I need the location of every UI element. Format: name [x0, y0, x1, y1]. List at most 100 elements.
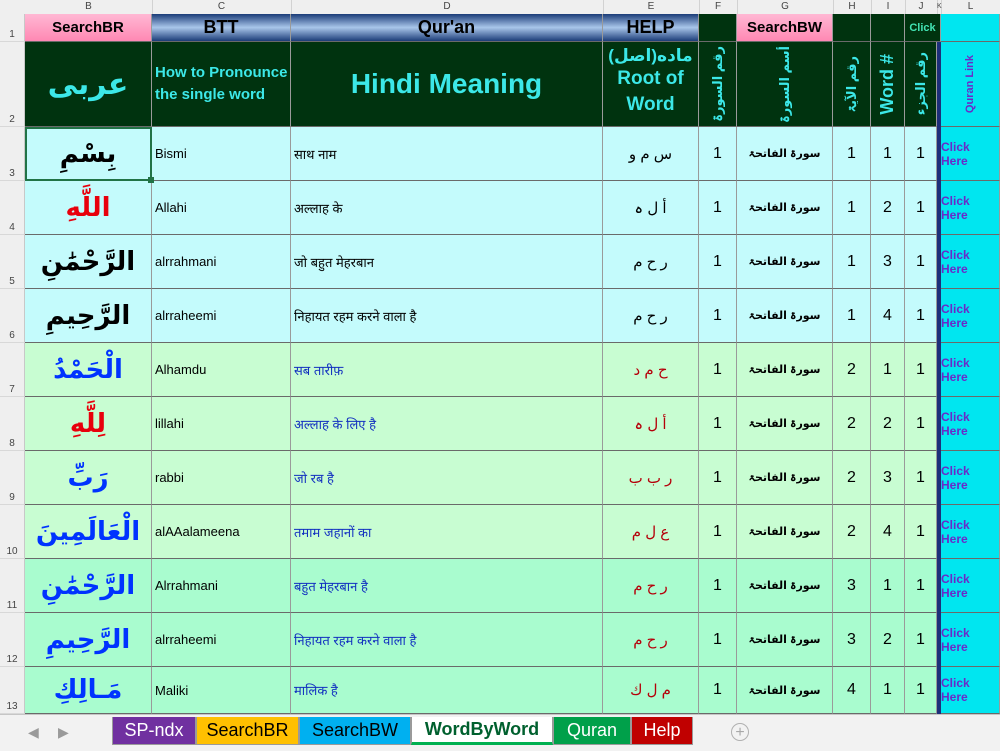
- row-header-13[interactable]: 13: [0, 667, 25, 714]
- quran-link-cell[interactable]: Click Here: [941, 613, 1000, 667]
- transliteration-cell: Alrrahmani: [152, 559, 291, 613]
- quran-link-cell[interactable]: Click Here: [941, 667, 1000, 714]
- tab-wordbyword[interactable]: WordByWord: [411, 717, 553, 745]
- surah-number-cell: 1: [699, 667, 737, 714]
- surah-name-cell: سورۃ الفاتحۃ: [737, 559, 833, 613]
- column-header-l[interactable]: L: [941, 0, 1000, 14]
- surah-number-cell: 1: [699, 613, 737, 667]
- hindi-meaning-cell: निहायत रहम करने वाला है: [291, 613, 603, 667]
- arabic-word-cell: مَـالِكِ: [25, 667, 152, 714]
- column-k-divider: [937, 451, 941, 505]
- surah-name-cell: سورۃ الفاتحۃ: [737, 667, 833, 714]
- column-header-d[interactable]: D: [291, 0, 604, 14]
- root-letters-cell: ر ح م: [603, 559, 699, 613]
- sheet-tab-bar: ◀ ▶ SP-ndx SearchBR SearchBW WordByWord …: [0, 714, 1000, 751]
- row-header-4[interactable]: 4: [0, 181, 25, 235]
- quran-button[interactable]: Qur'an: [291, 14, 603, 42]
- row-header-12[interactable]: 12: [0, 613, 25, 667]
- word-number-cell: 4: [871, 289, 905, 343]
- search-br-button[interactable]: SearchBR: [25, 14, 152, 42]
- tab-help[interactable]: Help: [631, 717, 693, 745]
- help-button[interactable]: HELP: [603, 14, 699, 42]
- juz-number-cell: 1: [905, 559, 937, 613]
- quran-link-cell[interactable]: Click Here: [941, 451, 1000, 505]
- column-header-h[interactable]: H: [833, 0, 872, 14]
- empty-cell-f1: [699, 14, 737, 42]
- search-bw-button[interactable]: SearchBW: [737, 14, 833, 42]
- root-letters-cell: ر ح م: [603, 613, 699, 667]
- tab-sp-ndx[interactable]: SP-ndx: [112, 717, 196, 745]
- column-header-j[interactable]: J: [905, 0, 938, 14]
- column-header-e[interactable]: E: [603, 0, 700, 14]
- transliteration-cell: alrrahmani: [152, 235, 291, 289]
- column-header-g[interactable]: G: [737, 0, 834, 14]
- row-header-9[interactable]: 9: [0, 451, 25, 505]
- tab-quran[interactable]: Quran: [553, 717, 631, 745]
- quran-link-cell[interactable]: Click Here: [941, 289, 1000, 343]
- arabic-word-cell: رَبِّ: [25, 451, 152, 505]
- arabic-word-cell: لِلَّهِ: [25, 397, 152, 451]
- quran-link-cell[interactable]: Click Here: [941, 559, 1000, 613]
- row-header-11[interactable]: 11: [0, 559, 25, 613]
- surah-number-cell: 1: [699, 289, 737, 343]
- quran-link-cell[interactable]: Click Here: [941, 181, 1000, 235]
- surah-number-cell: 1: [699, 559, 737, 613]
- row-header-6[interactable]: 6: [0, 289, 25, 343]
- juz-number-cell: 1: [905, 289, 937, 343]
- juz-column-header: رقم الجزء: [905, 42, 937, 127]
- btt-button[interactable]: BTT: [152, 14, 291, 42]
- fill-handle[interactable]: [148, 177, 154, 183]
- quran-link-cell[interactable]: Click Here: [941, 343, 1000, 397]
- click-button[interactable]: Click: [905, 14, 941, 42]
- ayah-column-header: رقم الآیۃ: [833, 42, 871, 127]
- transliteration-cell: Allahi: [152, 181, 291, 235]
- word-number-cell: 1: [871, 667, 905, 714]
- add-sheet-icon[interactable]: +: [731, 723, 749, 741]
- column-header-b[interactable]: B: [25, 0, 153, 14]
- word-number-cell: 2: [871, 397, 905, 451]
- quran-link-cell[interactable]: Click Here: [941, 127, 1000, 181]
- transliteration-cell: lillahi: [152, 397, 291, 451]
- surah-name-cell: سورۃ الفاتحۃ: [737, 397, 833, 451]
- ayah-number-cell: 2: [833, 397, 871, 451]
- column-k-divider: [937, 127, 941, 181]
- surah-name-cell: سورۃ الفاتحۃ: [737, 181, 833, 235]
- column-header-f[interactable]: F: [699, 0, 738, 14]
- root-letters-cell: ر ح م: [603, 289, 699, 343]
- word-number-column-header: Word #: [871, 42, 905, 127]
- word-number-cell: 4: [871, 505, 905, 559]
- column-k-divider: [937, 42, 941, 127]
- word-number-cell: 3: [871, 451, 905, 505]
- row-header-5[interactable]: 5: [0, 235, 25, 289]
- tab-searchbr[interactable]: SearchBR: [196, 717, 299, 745]
- arabic-word-cell: الرَّحْمَٰنِ: [25, 235, 152, 289]
- scroll-left-icon[interactable]: ◀: [28, 724, 39, 741]
- arabic-word-cell: بِسْمِ: [25, 127, 152, 181]
- surah-number-cell: 1: [699, 397, 737, 451]
- row-header-3[interactable]: 3: [0, 127, 25, 181]
- quran-link-cell[interactable]: Click Here: [941, 235, 1000, 289]
- surah-name-cell: سورۃ الفاتحۃ: [737, 289, 833, 343]
- row-header-1[interactable]: 1: [0, 14, 25, 42]
- tab-searchbw[interactable]: SearchBW: [299, 717, 411, 745]
- ayah-number-cell: 2: [833, 343, 871, 397]
- row-header-10[interactable]: 10: [0, 505, 25, 559]
- column-k-divider: [937, 289, 941, 343]
- row-header-2[interactable]: 2: [0, 42, 25, 127]
- column-header-c[interactable]: C: [152, 0, 292, 14]
- arabic-word-cell: اللَّهِ: [25, 181, 152, 235]
- column-header-i[interactable]: I: [871, 0, 906, 14]
- quran-link-cell[interactable]: Click Here: [941, 397, 1000, 451]
- word-number-cell: 1: [871, 127, 905, 181]
- root-letters-cell: أ ل ہ: [603, 181, 699, 235]
- word-number-cell: 2: [871, 613, 905, 667]
- column-k-divider: [937, 559, 941, 613]
- row-header-7[interactable]: 7: [0, 343, 25, 397]
- arabic-column-header: عربی: [25, 42, 152, 127]
- juz-number-cell: 1: [905, 343, 937, 397]
- quran-link-cell[interactable]: Click Here: [941, 505, 1000, 559]
- scroll-right-icon[interactable]: ▶: [58, 724, 69, 741]
- ayah-header-text: رقم الآیۃ: [844, 55, 859, 113]
- row-header-8[interactable]: 8: [0, 397, 25, 451]
- word-number-cell: 3: [871, 235, 905, 289]
